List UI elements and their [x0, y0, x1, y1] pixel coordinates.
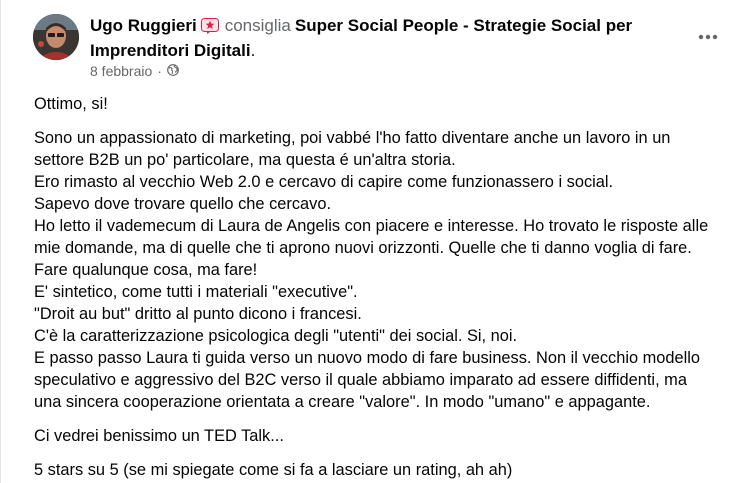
review-post: Ugo Ruggieri consiglia Super Social People…	[0, 0, 744, 483]
post-meta: 8 febbraio ·	[90, 63, 179, 79]
page-name-period: .	[250, 41, 256, 60]
body-rating-line: 5 stars su 5 (se mi spiegate come si fa …	[34, 461, 513, 479]
body-line: mie domande, ma di quelle che ti aprono …	[34, 239, 692, 257]
star-badge-icon	[200, 18, 219, 40]
post-date[interactable]: 8 febbraio	[90, 63, 152, 79]
body-intro: Ottimo, si!	[34, 95, 108, 113]
body-line: E' sintetico, come tutti i materiali "ex…	[34, 283, 358, 301]
body-line: una sincera cooperazione orientata a cre…	[34, 393, 651, 411]
globe-icon	[167, 63, 179, 79]
more-options-icon	[698, 34, 718, 40]
body-line: Ho letto il vademecum di Laura de Angeli…	[34, 217, 709, 235]
body-line: E passo passo Laura ti guida verso un nu…	[34, 349, 701, 367]
author-avatar[interactable]	[33, 14, 79, 60]
body-line: settore B2B un po' particolare, ma quest…	[34, 151, 456, 169]
body-line: Fare qualunque cosa, ma fare!	[34, 261, 258, 279]
body-line: Ero rimasto al vecchio Web 2.0 e cercavo…	[34, 173, 614, 191]
post-header: Ugo Ruggieri consiglia Super Social People…	[90, 15, 650, 62]
author-name[interactable]: Ugo Ruggieri	[90, 16, 197, 35]
body-line: C'è la caratterizzazione psicologica deg…	[34, 327, 518, 345]
body-line: "Droit au but" dritto al punto dicono i …	[34, 305, 362, 323]
body-line: Sapevo dove trovare quello che cercavo.	[34, 195, 332, 213]
body-line: Sono un appassionato di marketing, poi v…	[34, 129, 671, 147]
profile-photo-icon	[33, 14, 79, 60]
body-line: speculativo e aggressivo del B2C verso i…	[34, 371, 687, 389]
body-ted-line: Ci vedrei benissimo un TED Talk...	[34, 427, 284, 445]
more-options-button[interactable]	[691, 20, 725, 54]
recommend-verb: consiglia	[224, 16, 291, 35]
meta-separator: ·	[157, 63, 162, 79]
post-body: Ottimo, si! Sono un appassionato di mark…	[34, 93, 734, 481]
